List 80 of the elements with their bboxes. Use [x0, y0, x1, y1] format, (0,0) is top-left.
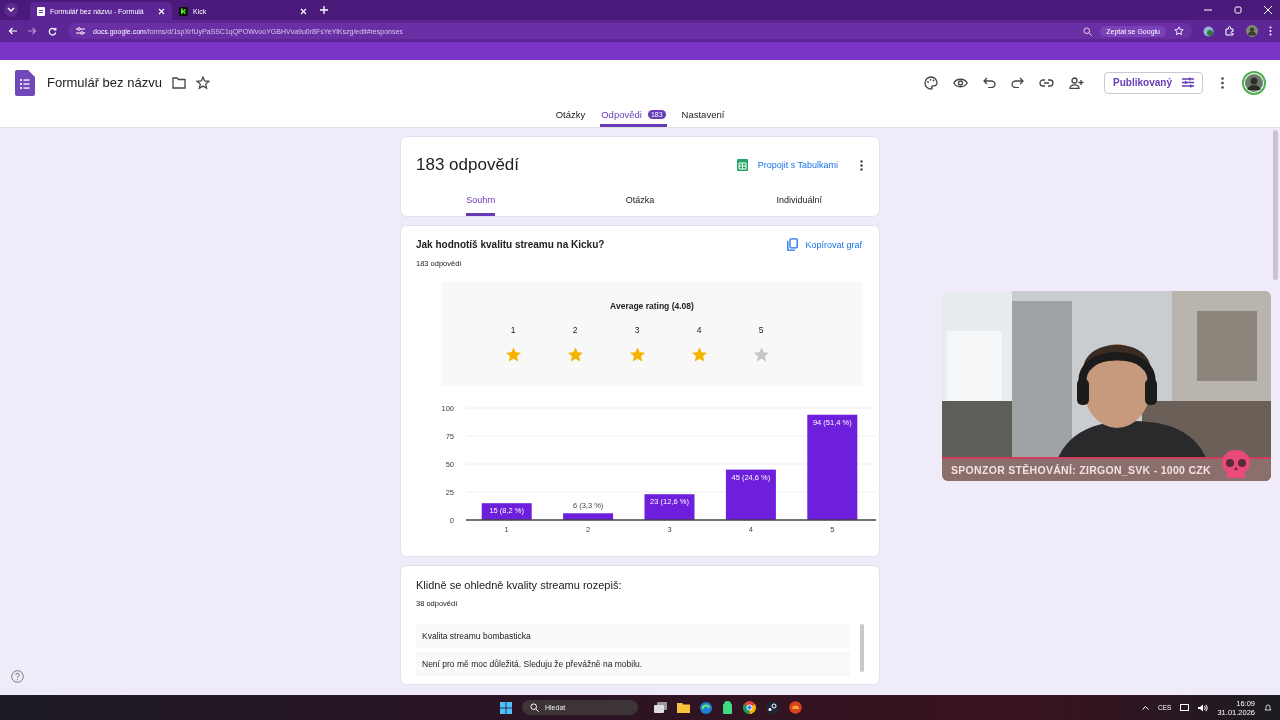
steam-icon[interactable] [766, 701, 779, 714]
chrome-icon[interactable] [743, 701, 756, 714]
filled-star-icon [504, 347, 522, 363]
network-icon[interactable] [1180, 703, 1190, 712]
form-title[interactable]: Formulář bez názvu [47, 75, 162, 90]
extensions-icon[interactable] [1225, 26, 1235, 36]
rating-value: 1 [509, 325, 517, 335]
more-icon[interactable] [1221, 76, 1224, 89]
bar [563, 513, 614, 520]
form-icon [37, 6, 45, 16]
search-icon [530, 703, 539, 712]
more-icon[interactable] [1269, 26, 1272, 36]
summary-tab[interactable]: Otázka [625, 185, 655, 216]
answer-row: Není pro mě moc důležitá. Sleduju že převážně na mobilu. [416, 652, 850, 676]
sliders-icon [1182, 77, 1194, 88]
summary-tab[interactable]: Souhrn [466, 185, 496, 216]
form-tab[interactable]: Nastavení [680, 105, 726, 127]
bar [725, 469, 776, 520]
forward-icon[interactable] [28, 27, 37, 35]
browser-app-icon[interactable] [700, 701, 712, 714]
bookmark-star-icon[interactable] [1174, 26, 1184, 36]
scrollbar[interactable] [1273, 130, 1278, 280]
profile-avatar-icon[interactable] [1246, 25, 1258, 37]
forms-logo-icon [15, 69, 35, 96]
rating-value: 3 [633, 325, 641, 335]
help-icon[interactable] [11, 670, 24, 683]
responses-heading: 183 odpovědí [416, 155, 520, 175]
more-icon[interactable] [860, 159, 863, 171]
new-tab-icon[interactable] [320, 6, 328, 14]
undo-icon[interactable] [983, 77, 997, 88]
preview-eye-icon[interactable] [953, 77, 969, 88]
filled-star-icon [566, 347, 584, 363]
empty-star-icon [752, 347, 770, 363]
form-tab[interactable]: Otázky [554, 105, 587, 127]
published-button[interactable]: Publikovaný [1104, 71, 1203, 94]
redo-icon[interactable] [1011, 77, 1025, 88]
rating-value: 4 [695, 325, 703, 335]
sheets-icon [736, 159, 748, 171]
palette-icon[interactable] [924, 75, 939, 90]
scrollbar[interactable] [860, 624, 864, 672]
close-icon[interactable] [300, 7, 307, 15]
link-sheets-button[interactable]: Propojit s Tabulkami [736, 159, 838, 171]
question-title: Jak hodnotíš kvalitu streamu na Kicku? [416, 239, 605, 250]
volume-icon[interactable] [1198, 703, 1209, 712]
rating-value: 2 [571, 325, 579, 335]
extension-globe-icon[interactable] [1203, 25, 1214, 37]
close-icon[interactable] [1264, 6, 1272, 14]
restore-icon[interactable] [1234, 6, 1242, 14]
zoom-icon[interactable] [1083, 26, 1093, 36]
filled-star-icon [690, 347, 708, 363]
tab-search-button[interactable] [4, 3, 18, 17]
question-title: Klidně se ohledně kvality streamu rozepiš: [416, 579, 623, 591]
back-icon[interactable] [8, 27, 17, 35]
windows-start-icon[interactable] [500, 701, 512, 714]
add-person-icon[interactable] [1069, 76, 1085, 89]
skull-icon [1221, 449, 1251, 481]
android-app-icon[interactable] [722, 701, 733, 714]
copy-chart-button[interactable]: Kopírovat graf [787, 238, 862, 251]
reload-icon[interactable] [48, 26, 57, 36]
star-icon[interactable] [195, 75, 210, 90]
summary-tab[interactable]: Individuální [776, 185, 823, 216]
task-view-icon[interactable] [654, 702, 667, 713]
site-settings-icon[interactable] [76, 27, 85, 35]
average-rating: Average rating (4.08) [610, 301, 694, 311]
notification-bell-icon[interactable] [1264, 703, 1272, 712]
kick-logo-icon [179, 6, 188, 16]
folder-icon[interactable] [171, 76, 186, 89]
sponsor-text: SPONZOR STĚHOVÁNÍ: ZIRGON_SVK - 1000 CZK [951, 464, 1211, 476]
filled-star-icon [628, 347, 646, 363]
copy-icon [787, 238, 799, 251]
rating-value: 5 [757, 325, 765, 335]
bar [644, 494, 695, 520]
answer-row: Kvalita streamu bombasticka [416, 624, 850, 648]
chevron-up-icon[interactable] [1142, 705, 1150, 710]
app-icon[interactable] [789, 701, 802, 714]
close-icon[interactable] [158, 7, 165, 15]
link-icon[interactable] [1039, 78, 1055, 87]
chevron-down-icon [7, 7, 15, 13]
account-avatar-icon[interactable] [1242, 70, 1266, 95]
folder-icon[interactable] [677, 702, 690, 713]
